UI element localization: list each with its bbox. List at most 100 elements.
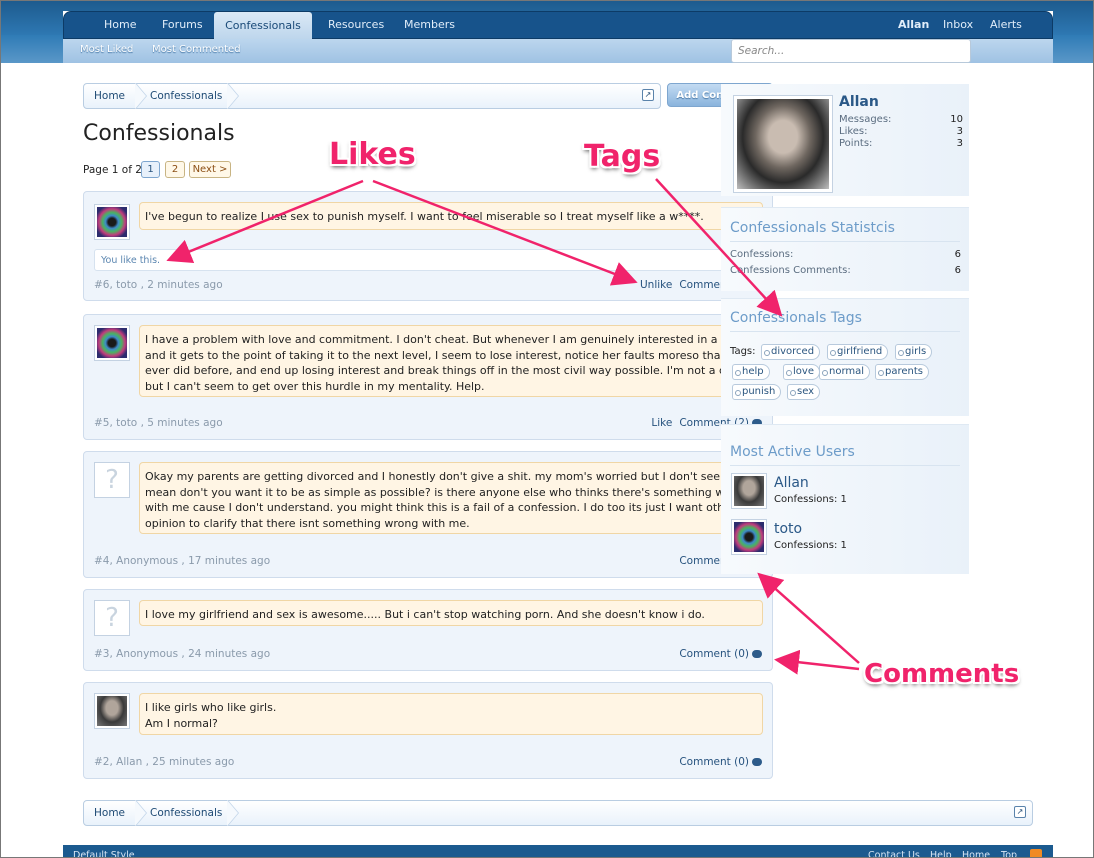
eye-avatar[interactable]	[94, 325, 130, 361]
annotation-comments: Comments	[864, 659, 1020, 689]
tag-punish[interactable]: punish	[732, 384, 782, 400]
confession-text: I love my girlfriend and sex is awesome.…	[139, 600, 763, 626]
divider	[730, 241, 960, 242]
eye-avatar[interactable]	[94, 204, 130, 240]
tag-divorced[interactable]: divorced	[761, 344, 821, 360]
confession-text: I like girls who like girls. Am I normal?	[139, 693, 763, 735]
comment-link[interactable]: Comment (0)	[679, 648, 749, 660]
tag-parents[interactable]: parents	[875, 364, 929, 380]
breadcrumb-separator	[227, 83, 240, 109]
footer-home-link[interactable]: Home	[962, 850, 990, 857]
tab-home[interactable]: Home	[104, 18, 136, 31]
active-user-name[interactable]: Allan	[774, 475, 809, 491]
post-actions: Comment (0)	[672, 756, 762, 768]
profile-box: Allan Messages: 10 Likes: 3 Points: 3	[721, 84, 969, 196]
statistics-heading: Confessionals Statistcis	[730, 220, 895, 236]
search-input[interactable]: Search...	[731, 39, 971, 63]
tags-box: Confessionals Tags Tags: divorced girlfr…	[721, 298, 969, 416]
stat-value: 6	[954, 265, 961, 276]
unlike-link[interactable]: Unlike	[640, 279, 672, 291]
stat-value: 6	[954, 249, 961, 260]
breadcrumb: Home Confessionals ↗	[83, 83, 661, 109]
tab-confessionals[interactable]: Confessionals	[214, 12, 312, 40]
alerts-link[interactable]: Alerts	[990, 18, 1022, 31]
annotation-likes: Likes	[329, 137, 416, 172]
tags-heading: Confessionals Tags	[730, 310, 862, 326]
tag-help[interactable]: help	[732, 364, 770, 380]
breadcrumb-confessionals[interactable]: Confessionals	[150, 807, 222, 819]
confession-line: Am I normal?	[145, 716, 218, 730]
likes-summary[interactable]: You like this.	[94, 249, 762, 271]
stat-value: 10	[950, 114, 963, 125]
breadcrumb-separator	[227, 800, 240, 826]
breadcrumb-bottom: Home Confessionals ↗	[83, 800, 1033, 826]
comment-bubble-icon	[752, 650, 762, 658]
next-page-button[interactable]: Next >	[189, 161, 231, 178]
divider	[730, 331, 960, 332]
stat-label: Likes:	[839, 126, 868, 137]
page-1-button[interactable]: 1	[141, 161, 160, 178]
footer-help-link[interactable]: Help	[930, 850, 952, 857]
stat-label: Confessions:	[730, 249, 794, 260]
breadcrumb-home[interactable]: Home	[94, 807, 125, 819]
confession-post: I have a problem with love and commitmen…	[83, 314, 773, 440]
most-commented-link[interactable]: Most Commented	[152, 44, 241, 55]
style-chooser-link[interactable]: Default Style	[73, 850, 135, 857]
stat-value: 3	[956, 138, 963, 149]
confession-text: Okay my parents are getting divorced and…	[139, 462, 763, 534]
post-meta: #2, Allan , 25 minutes ago	[94, 756, 235, 768]
active-user-name[interactable]: toto	[774, 521, 802, 537]
comment-bubble-icon	[752, 758, 762, 766]
tab-members[interactable]: Members	[404, 18, 455, 31]
anonymous-avatar[interactable]: ?	[94, 600, 130, 636]
tag-normal[interactable]: normal	[819, 364, 871, 380]
stat-label: Confessions Comments:	[730, 265, 851, 276]
annotation-tags: Tags	[584, 139, 661, 174]
comment-link[interactable]: Comment (0)	[679, 756, 749, 768]
tab-forums[interactable]: Forums	[162, 18, 203, 31]
screenshot-frame: Home Forums Confessionals Resources Memb…	[0, 0, 1094, 858]
page-label: Page 1 of 2	[83, 164, 142, 176]
confession-post: ? Okay my parents are getting divorced a…	[83, 451, 773, 578]
stat-label: Points:	[839, 138, 873, 149]
profile-avatar[interactable]	[733, 95, 833, 193]
user-avatar[interactable]	[731, 473, 767, 509]
active-user-count: Confessions: 1	[774, 540, 847, 551]
footer-top-link[interactable]: Top	[1001, 850, 1017, 857]
anonymous-avatar[interactable]: ?	[94, 462, 130, 498]
tag-sex[interactable]: sex	[787, 384, 821, 400]
tag-girls[interactable]: girls	[895, 344, 933, 360]
arrow-jump-icon[interactable]: ↗	[642, 89, 654, 101]
profile-name[interactable]: Allan	[839, 94, 879, 110]
rss-icon[interactable]	[1030, 849, 1042, 857]
eye-avatar[interactable]	[731, 519, 767, 555]
page-title: Confessionals	[83, 121, 235, 146]
breadcrumb-separator	[135, 800, 148, 826]
inbox-link[interactable]: Inbox	[943, 18, 973, 31]
breadcrumb-confessionals[interactable]: Confessionals	[150, 90, 222, 102]
confession-text: I've begun to realize I use sex to punis…	[139, 202, 763, 230]
user-avatar[interactable]	[94, 693, 130, 729]
like-link[interactable]: Like	[651, 417, 672, 429]
divider	[730, 465, 960, 466]
confession-text: I have a problem with love and commitmen…	[139, 325, 763, 397]
tab-resources[interactable]: Resources	[328, 18, 384, 31]
page-2-button[interactable]: 2	[165, 161, 185, 178]
confession-post: I've begun to realize I use sex to punis…	[83, 191, 773, 301]
breadcrumb-home[interactable]: Home	[94, 90, 125, 102]
tag-girlfriend[interactable]: girlfriend	[827, 344, 889, 360]
footer-contact-link[interactable]: Contact Us	[868, 850, 920, 857]
post-meta: #6, toto , 2 minutes ago	[94, 279, 223, 291]
tags-label: Tags:	[730, 346, 756, 357]
most-liked-link[interactable]: Most Liked	[80, 44, 133, 55]
breadcrumb-separator	[135, 83, 148, 109]
user-link-allan[interactable]: Allan	[898, 18, 929, 31]
active-users-box: Most Active Users Allan Confessions: 1 t…	[721, 424, 969, 574]
stat-value: 3	[956, 126, 963, 137]
arrow-jump-icon[interactable]: ↗	[1014, 806, 1026, 818]
active-user-count: Confessions: 1	[774, 494, 847, 505]
tag-love[interactable]: love	[783, 364, 820, 380]
active-users-heading: Most Active Users	[730, 444, 855, 460]
main-navbar: Home Forums Confessionals Resources Memb…	[63, 11, 1053, 40]
footer-bar: Default Style Contact Us Help Home Top	[63, 845, 1053, 857]
